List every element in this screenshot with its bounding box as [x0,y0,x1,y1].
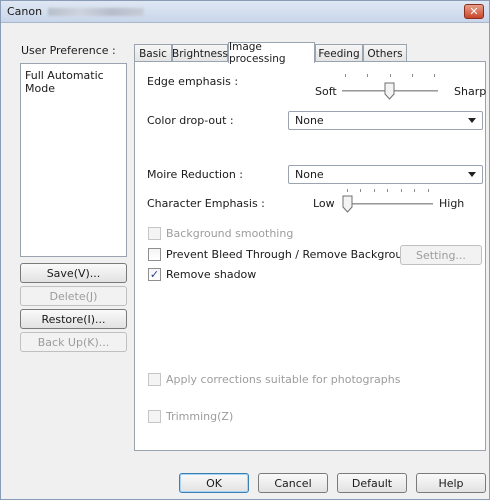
character-emphasis-label: Character Emphasis : [147,197,265,210]
character-emphasis-max-label: High [439,197,465,210]
edge-emphasis-label: Edge emphasis : [147,75,239,88]
tab-image-processing[interactable]: Image processing [228,41,315,65]
help-button[interactable]: Help [416,473,486,493]
list-item[interactable]: Full Automatic Mode [21,64,126,100]
edge-emphasis-max-label: Sharp [454,85,487,98]
checkmark-icon: ✓ [149,268,160,281]
default-button[interactable]: Default [337,473,407,493]
apply-corrections-photographs-checkbox[interactable] [148,373,161,386]
chevron-down-icon [468,172,476,177]
user-preference-label: User Preference : [21,44,116,57]
scanner-settings-dialog: Canon ✕ User Preference : Full Automatic… [0,0,490,500]
character-emphasis-ticks [347,189,429,194]
remove-shadow-checkbox[interactable]: ✓ [148,268,161,281]
color-dropout-label: Color drop-out : [147,114,234,127]
background-smoothing-label: Background smoothing [166,227,294,240]
character-emphasis-track [343,203,433,205]
apply-corrections-photographs-label: Apply corrections suitable for photograp… [166,373,401,386]
close-button[interactable]: ✕ [464,4,484,19]
window-title-redacted [48,7,145,16]
setting-button[interactable]: Setting... [400,245,482,265]
title-bar: Canon ✕ [1,1,489,23]
tab-basic[interactable]: Basic [134,44,172,62]
ok-button[interactable]: OK [179,473,249,493]
background-smoothing-checkbox[interactable] [148,227,161,240]
tab-others[interactable]: Others [363,44,407,62]
edge-emphasis-slider-thumb[interactable] [384,82,395,100]
edge-emphasis-min-label: Soft [315,85,337,98]
moire-reduction-label: Moire Reduction : [147,168,244,181]
character-emphasis-min-label: Low [313,197,335,210]
chevron-down-icon [468,118,476,123]
prevent-bleed-through-checkbox[interactable] [148,248,161,261]
color-dropout-select[interactable]: None [288,111,483,130]
trimming-checkbox[interactable] [148,410,161,423]
save-button[interactable]: Save(V)... [20,263,127,283]
close-icon: ✕ [469,5,479,18]
tab-brightness[interactable]: Brightness [172,44,228,62]
user-preference-list[interactable]: Full Automatic Mode [20,63,127,257]
delete-button[interactable]: Delete(J) [20,286,127,306]
edge-emphasis-ticks [345,74,435,79]
image-processing-panel: Edge emphasis : Soft Sharp Color drop-ou… [134,61,486,451]
remove-shadow-label: Remove shadow [166,268,257,281]
prevent-bleed-through-label: Prevent Bleed Through / Remove Backgroun… [166,248,417,261]
character-emphasis-slider-thumb[interactable] [342,195,353,213]
trimming-label: Trimming(Z) [166,410,234,423]
cancel-button[interactable]: Cancel [258,473,328,493]
window-title-text: Canon [7,5,43,18]
window-title: Canon [7,5,145,18]
moire-reduction-select[interactable]: None [288,165,483,184]
backup-button[interactable]: Back Up(K)... [20,332,127,352]
tab-feeding[interactable]: Feeding [315,44,363,62]
restore-button[interactable]: Restore(I)... [20,309,127,329]
